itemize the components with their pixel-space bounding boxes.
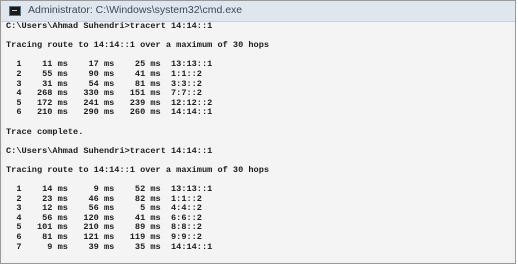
console-line: C:\Users\Ahmad Suhendri>tracert 14:14::1 — [6, 145, 213, 156]
title-bar[interactable]: Administrator: C:\Windows\system32\cmd.e… — [1, 1, 515, 22]
cmd-window: Administrator: C:\Windows\system32\cmd.e… — [0, 0, 516, 264]
console-line: 6 210 ms 290 ms 260 ms 14:14::1 — [6, 107, 213, 118]
console-line: Tracing route to 14:14::1 over a maximum… — [6, 164, 270, 175]
cmd-icon[interactable] — [9, 6, 21, 16]
console-line: Trace complete. — [6, 126, 84, 137]
console-text: C:\Users\Ahmad Suhendri>tracert 14:14::1… — [4, 22, 512, 261]
console-line: Tracing route to 14:14::1 over a maximum… — [6, 40, 270, 51]
window-title: Administrator: C:\Windows\system32\cmd.e… — [28, 4, 243, 16]
console-line: C:\Users\Ahmad Suhendri>tracert 14:14::1 — [6, 22, 213, 31]
console-line: 7 9 ms 39 ms 35 ms 14:14::1 — [6, 241, 213, 252]
console-output[interactable]: C:\Users\Ahmad Suhendri>tracert 14:14::1… — [4, 22, 512, 261]
